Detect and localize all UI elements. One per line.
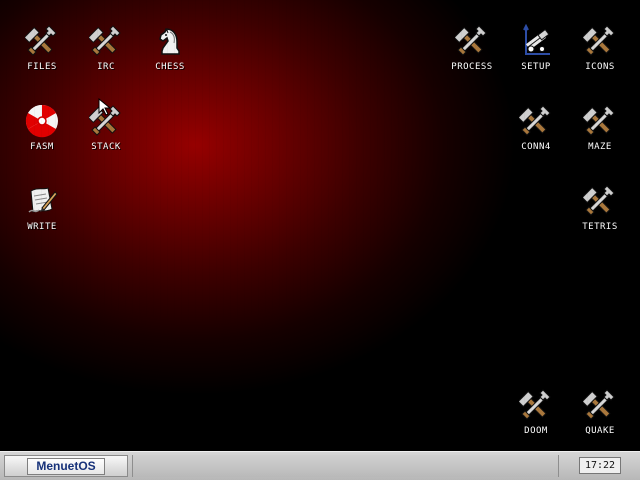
desktop-icon-label: CHESS xyxy=(155,62,185,72)
radiation-icon xyxy=(25,104,58,138)
desktop-icon-label: MAZE xyxy=(588,142,612,152)
tools-icon xyxy=(583,389,615,420)
desktop-icon-label: FASM xyxy=(30,142,54,152)
menuetos-start-button[interactable]: MenuetOS xyxy=(4,455,128,477)
desktop-icon-tetris[interactable]: TETRIS xyxy=(574,184,626,240)
desktop-icon-label: STACK xyxy=(91,142,121,152)
taskbar-window-area[interactable] xyxy=(132,455,559,477)
desktop-icon-process[interactable]: PROCESS xyxy=(446,24,498,80)
taskbar: MenuetOS 17:22 xyxy=(0,451,640,480)
desktop-icon-label: SETUP xyxy=(521,62,551,72)
tools-icon xyxy=(89,25,121,56)
desktop-icon-label: CONN4 xyxy=(521,142,551,152)
tools-icon xyxy=(519,105,551,136)
desktop-icon-label: ICONS xyxy=(585,62,615,72)
tools-icon xyxy=(583,185,615,216)
desktop-icon-maze[interactable]: MAZE xyxy=(574,104,626,160)
desktop-icon-label: WRITE xyxy=(27,222,57,232)
desktop-icon-label: IRC xyxy=(97,62,115,72)
tools-icon xyxy=(25,25,57,56)
desktop-icon-label: TETRIS xyxy=(582,222,618,232)
desktop-icon-conn4[interactable]: CONN4 xyxy=(510,104,562,160)
tools-icon xyxy=(583,25,615,56)
desktop-icon-label: FILES xyxy=(27,62,57,72)
desktop-icon-label: DOOM xyxy=(524,426,548,436)
desktop-icon-chess[interactable]: CHESS xyxy=(144,24,196,80)
desktop-icon-setup[interactable]: SETUP xyxy=(510,24,562,80)
taskbar-clock: 17:22 xyxy=(579,457,621,474)
tools-icon xyxy=(583,105,615,136)
desktop: FILES IRC CHESS FASM STACK WRITE PROCESS… xyxy=(0,0,640,451)
desktop-icon-irc[interactable]: IRC xyxy=(80,24,132,80)
start-button-label: MenuetOS xyxy=(27,457,105,475)
desktop-icon-doom[interactable]: DOOM xyxy=(510,388,562,444)
desktop-icon-icons[interactable]: ICONS xyxy=(574,24,626,80)
setup-icon xyxy=(523,24,550,55)
write-icon xyxy=(28,187,58,213)
tools-icon xyxy=(519,389,551,420)
desktop-icon-label: QUAKE xyxy=(585,426,615,436)
desktop-icon-write[interactable]: WRITE xyxy=(16,184,68,240)
tools-icon xyxy=(455,25,487,56)
mouse-pointer-icon xyxy=(98,98,110,116)
desktop-icon-quake[interactable]: QUAKE xyxy=(574,388,626,444)
chess-knight-icon xyxy=(159,28,180,55)
desktop-icon-files[interactable]: FILES xyxy=(16,24,68,80)
desktop-icon-label: PROCESS xyxy=(451,62,493,72)
desktop-icon-fasm[interactable]: FASM xyxy=(16,104,68,160)
